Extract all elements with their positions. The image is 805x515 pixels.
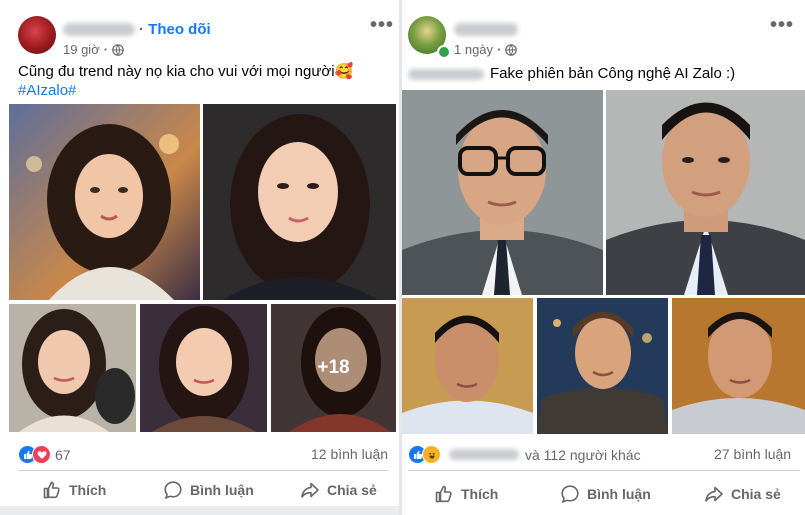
post-caption: Fake phiên bản Công nghệ AI Zalo :) xyxy=(490,65,736,82)
portrait-woman-image xyxy=(9,104,200,300)
portrait-man-suit-image xyxy=(606,90,805,295)
separator-dot: · xyxy=(103,42,109,57)
share-label: Chia sẻ xyxy=(731,486,781,502)
post-meta: 19 giờ · xyxy=(63,42,124,57)
thumbs-up-icon xyxy=(43,481,60,499)
photo-4[interactable] xyxy=(140,304,267,432)
like-label: Thích xyxy=(69,482,107,498)
reactor-name-blurred[interactable] xyxy=(449,449,519,460)
share-label: Chia sẻ xyxy=(327,482,377,498)
portrait-woman-image xyxy=(9,304,136,432)
more-options-icon[interactable]: ••• xyxy=(770,14,794,37)
reaction-count[interactable]: 67 xyxy=(55,447,71,463)
portrait-woman-image xyxy=(140,304,267,432)
author-name-blurred[interactable] xyxy=(454,23,518,36)
more-photos-overlay[interactable]: +18 xyxy=(271,304,396,432)
like-button[interactable]: Thích xyxy=(434,484,498,504)
portrait-man-image xyxy=(672,298,805,434)
share-arrow-icon xyxy=(705,486,723,502)
photo-4[interactable] xyxy=(537,298,668,434)
reaction-summary[interactable]: 67 xyxy=(18,445,71,464)
more-options-icon[interactable]: ••• xyxy=(370,14,394,37)
like-button[interactable]: Thích xyxy=(42,480,106,500)
photo-5-more[interactable]: +18 xyxy=(271,304,396,432)
divider xyxy=(18,470,388,471)
share-arrow-icon xyxy=(301,482,319,498)
comment-button[interactable]: Bình luận xyxy=(560,484,651,504)
comment-bubble-icon xyxy=(164,481,182,500)
haha-reaction-icon xyxy=(422,445,441,464)
divider xyxy=(408,470,800,471)
post-card-left: · Theo dõi 19 giờ · ••• Cũng đu trend nà… xyxy=(0,0,399,515)
share-button[interactable]: Chia sẻ xyxy=(704,484,781,504)
photo-2[interactable] xyxy=(203,104,396,300)
globe-icon xyxy=(505,43,518,56)
love-reaction-icon xyxy=(32,445,51,464)
portrait-man-image xyxy=(402,298,533,434)
photo-1[interactable] xyxy=(402,90,603,295)
thumbs-up-icon xyxy=(435,485,452,503)
post-time[interactable]: 1 ngày xyxy=(454,42,493,57)
caption-text: Cũng đu trend này nọ kia cho vui với mọi… xyxy=(18,63,354,80)
photo-1[interactable] xyxy=(9,104,200,300)
portrait-man-jacket-image xyxy=(537,298,668,434)
tagged-name-blurred[interactable] xyxy=(408,69,484,80)
portrait-woman-image xyxy=(203,104,396,300)
author-name-blurred[interactable] xyxy=(63,23,135,36)
post-card-right: 1 ngày · ••• Fake phiên bản Công nghệ AI… xyxy=(399,0,805,515)
post-bottom-gap xyxy=(0,506,399,515)
portrait-man-glasses-image xyxy=(402,90,603,295)
comment-count[interactable]: 12 bình luận xyxy=(311,446,388,462)
reaction-summary[interactable]: và 112 người khác xyxy=(408,445,641,464)
post-meta: 1 ngày · xyxy=(454,42,518,57)
separator-dot: · xyxy=(497,42,502,57)
comment-label: Bình luận xyxy=(587,486,651,502)
comment-count[interactable]: 27 bình luận xyxy=(714,446,791,462)
photo-5[interactable] xyxy=(672,298,805,434)
comment-bubble-icon xyxy=(561,485,579,504)
like-label: Thích xyxy=(461,486,499,502)
photo-2[interactable] xyxy=(606,90,805,295)
separator-dot: · xyxy=(139,21,149,38)
comment-button[interactable]: Bình luận xyxy=(163,480,254,500)
photo-3[interactable] xyxy=(402,298,533,434)
post-caption: Cũng đu trend này nọ kia cho vui với mọi… xyxy=(18,62,388,100)
hashtag-link[interactable]: #AIzalo# xyxy=(18,82,76,99)
post-time[interactable]: 19 giờ xyxy=(63,42,100,57)
author-avatar[interactable] xyxy=(18,16,56,54)
photo-3[interactable] xyxy=(9,304,136,432)
reaction-others-text[interactable]: và 112 người khác xyxy=(525,447,641,463)
globe-icon xyxy=(112,43,124,56)
online-status-dot xyxy=(437,45,451,59)
comment-label: Bình luận xyxy=(190,482,254,498)
follow-button[interactable]: Theo dõi xyxy=(148,21,211,38)
share-button[interactable]: Chia sẻ xyxy=(300,480,377,500)
